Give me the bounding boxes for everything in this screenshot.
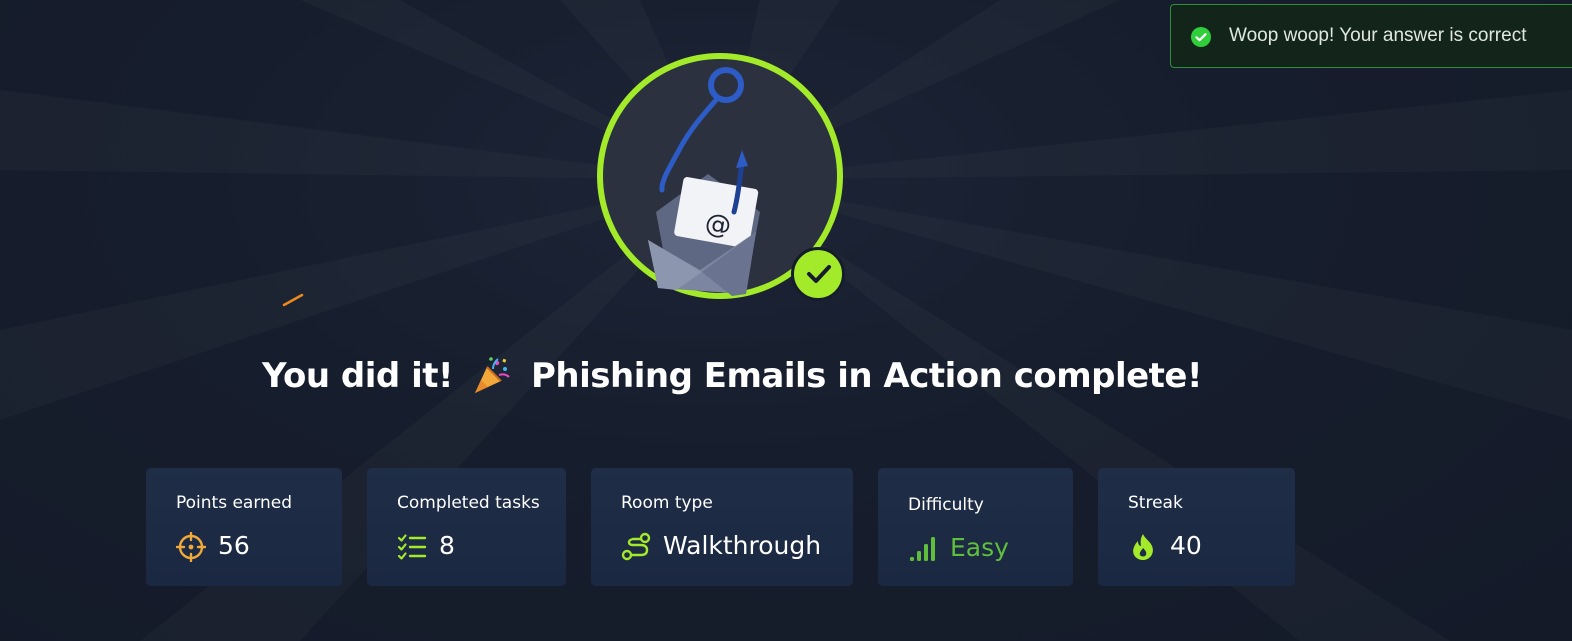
room-complete-screen: Woop woop! Your answer is correct @ You … (0, 0, 1572, 641)
completion-headline: You did it! Phishing Emails in Action co… (262, 348, 1203, 404)
difficulty-label: Difficulty (908, 495, 984, 515)
tasks-value: 8 (439, 531, 455, 560)
checklist-icon (397, 534, 427, 560)
tasks-label: Completed tasks (397, 493, 540, 513)
stat-card-tasks: Completed tasks 8 (367, 468, 566, 586)
signal-bars-icon (910, 537, 935, 561)
flame-icon (1133, 534, 1153, 560)
stat-card-room-type: Room type Walkthrough (591, 468, 853, 586)
stat-card-streak: Streak 40 (1098, 468, 1295, 586)
svg-text:@: @ (703, 208, 734, 242)
stat-card-points: Points earned 56 (146, 468, 342, 586)
route-icon (621, 532, 651, 561)
party-popper-icon (474, 357, 510, 393)
success-toast[interactable]: Woop woop! Your answer is correct (1170, 4, 1572, 68)
points-value: 56 (218, 531, 250, 560)
confetti-streak (282, 293, 304, 307)
headline-prefix: You did it! (262, 356, 453, 396)
room-type-label: Room type (621, 493, 713, 513)
room-type-value: Walkthrough (663, 531, 822, 560)
completed-badge (791, 247, 845, 301)
crosshair-icon (176, 532, 206, 562)
points-label: Points earned (176, 493, 293, 513)
check-icon (807, 265, 831, 283)
stat-card-difficulty: Difficulty Easy (878, 468, 1073, 586)
headline-room-name: Phishing Emails in Action complete! (530, 356, 1203, 396)
success-check-icon (1191, 27, 1211, 47)
streak-value: 40 (1170, 531, 1202, 560)
streak-label: Streak (1128, 493, 1183, 513)
difficulty-value: Easy (950, 533, 1009, 562)
toast-message: Woop woop! Your answer is correct (1229, 25, 1527, 46)
